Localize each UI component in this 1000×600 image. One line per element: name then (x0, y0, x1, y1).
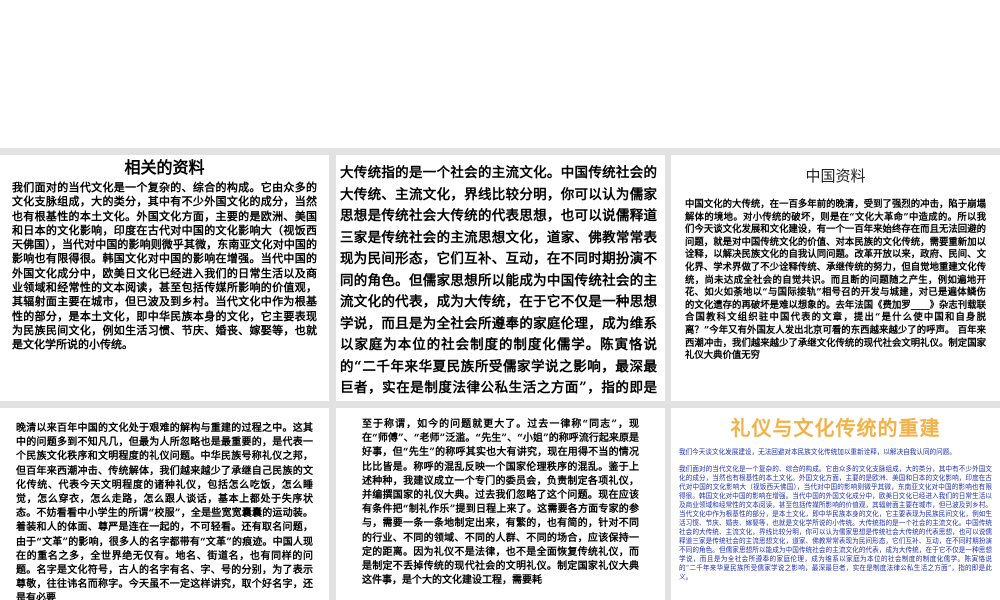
slide-thumbnail-grid: 相关的资料 我们面对的当代文化是一个复杂的、综合的构成。它由众多的文化支脉组成，… (0, 148, 1000, 600)
slide-title: 中国资料 (805, 167, 866, 185)
slide-body-text: 晚清以来百年中国的文化处于艰难的解构与重建的过程之中。这其中的问题多到不知凡几，… (16, 423, 313, 600)
slide-china-materials[interactable]: 中国资料 中国文化的大传统，在一百多年前的晚清，受到了强烈的冲击，陷于崩塌解体的… (671, 155, 1000, 401)
slide-great-tradition[interactable]: 大传统指的是一个社会的主流文化。中国传统社会的大传统、主流文化，界线比较分明，你… (336, 155, 665, 401)
slide-lead-text: 我们今天谈文化发展建设，无法回避对本民族文化传统加以重新诠释，以解决自我认同的问… (679, 448, 956, 456)
slide-body-text: 大传统指的是一个社会的主流文化。中国传统社会的大传统、主流文化，界线比较分明，你… (340, 165, 657, 396)
blank-header-area (0, 0, 1000, 148)
slide-body-text: 我们面对的当代文化是一个复杂的、综合的构成。它由众多的文化支脉组成，大的类分，其… (12, 181, 317, 352)
slide-body-text: 中国文化的大传统，在一百多年前的晚清，受到了强烈的冲击，陷于崩塌解体的境地。对小… (685, 199, 986, 362)
slide-forms-of-address[interactable]: 至于称谓，如今的问题就更大了。过去一律称“同志”，现在“师傅”、“老师”泛滥。“… (336, 408, 665, 600)
slide-body-text: 至于称谓，如今的问题就更大了。过去一律称“同志”，现在“师傅”、“老师”泛滥。“… (362, 419, 639, 587)
slide-title: 礼仪与文化传统的重建 (730, 416, 941, 440)
slide-body-text: 我们面对的当代文化是一个复杂的、综合的构成。它由众多的文化支脉组成，大的类分，其… (679, 465, 992, 581)
slide-etiquette-rebuilding[interactable]: 礼仪与文化传统的重建 我们今天谈文化发展建设，无法回避对本民族文化传统加以重新诠… (671, 408, 1000, 600)
slide-etiquette-problem[interactable]: 晚清以来百年中国的文化处于艰难的解构与重建的过程之中。这其中的问题多到不知凡几，… (0, 408, 329, 600)
slide-title: 相关的资料 (124, 158, 205, 177)
slide-related-materials[interactable]: 相关的资料 我们面对的当代文化是一个复杂的、综合的构成。它由众多的文化支脉组成，… (0, 155, 329, 401)
